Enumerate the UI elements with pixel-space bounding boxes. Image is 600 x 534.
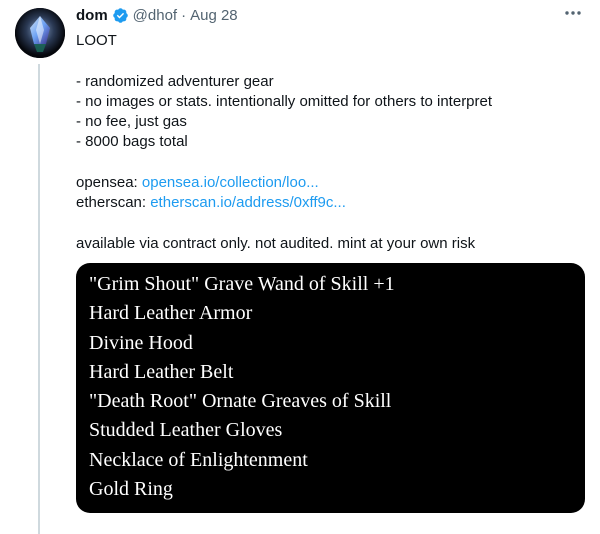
more-options-button[interactable] <box>562 2 584 24</box>
bullet-line: - 8000 bags total <box>76 133 188 150</box>
loot-item: Hard Leather Belt <box>89 360 234 383</box>
opensea-link[interactable]: opensea.io/collection/loo... <box>142 174 319 191</box>
loot-item: "Death Root" Ornate Greaves of Skill <box>89 390 392 413</box>
loot-item: Hard Leather Armor <box>89 302 253 325</box>
loot-item: Studded Leather Gloves <box>89 419 283 442</box>
avatar-image <box>15 8 65 58</box>
tweet-date[interactable]: Aug 28 <box>190 7 238 24</box>
thread-line <box>38 64 40 534</box>
etherscan-label: etherscan: <box>76 194 147 211</box>
loot-item: Gold Ring <box>89 478 173 501</box>
bullet-line: - no fee, just gas <box>76 113 187 130</box>
opensea-label: opensea: <box>76 174 138 191</box>
etherscan-link[interactable]: etherscan.io/address/0xff9c... <box>150 194 346 211</box>
loot-item-list: "Grim Shout" Grave Wand of Skill +1 Hard… <box>89 270 395 504</box>
opensea-line: opensea: opensea.io/collection/loo... <box>76 173 586 193</box>
more-options-icon <box>565 11 581 15</box>
tweet-header: dom @dhof · Aug 28 <box>76 7 238 24</box>
tweet-footer-text: available via contract only. not audited… <box>76 235 476 252</box>
loot-item: "Grim Shout" Grave Wand of Skill +1 <box>89 273 395 295</box>
loot-bag-image[interactable]: "Grim Shout" Grave Wand of Skill +1 Hard… <box>76 263 585 513</box>
loot-item: Divine Hood <box>89 331 193 354</box>
verified-badge-icon <box>112 8 128 23</box>
author-handle[interactable]: @dhof <box>133 7 177 24</box>
bullet-line: - no images or stats. intentionally omit… <box>76 93 493 110</box>
tweet-title: LOOT <box>76 32 117 49</box>
etherscan-line: etherscan: etherscan.io/address/0xff9c..… <box>76 193 586 213</box>
bullet-line: - randomized adventurer gear <box>76 73 274 90</box>
loot-item: Necklace of Enlightenment <box>89 448 308 471</box>
tweet-body: LOOT - randomized adventurer gear - no i… <box>76 31 586 254</box>
avatar[interactable] <box>15 8 65 58</box>
author-name[interactable]: dom <box>76 7 108 24</box>
header-separator: · <box>181 7 187 24</box>
